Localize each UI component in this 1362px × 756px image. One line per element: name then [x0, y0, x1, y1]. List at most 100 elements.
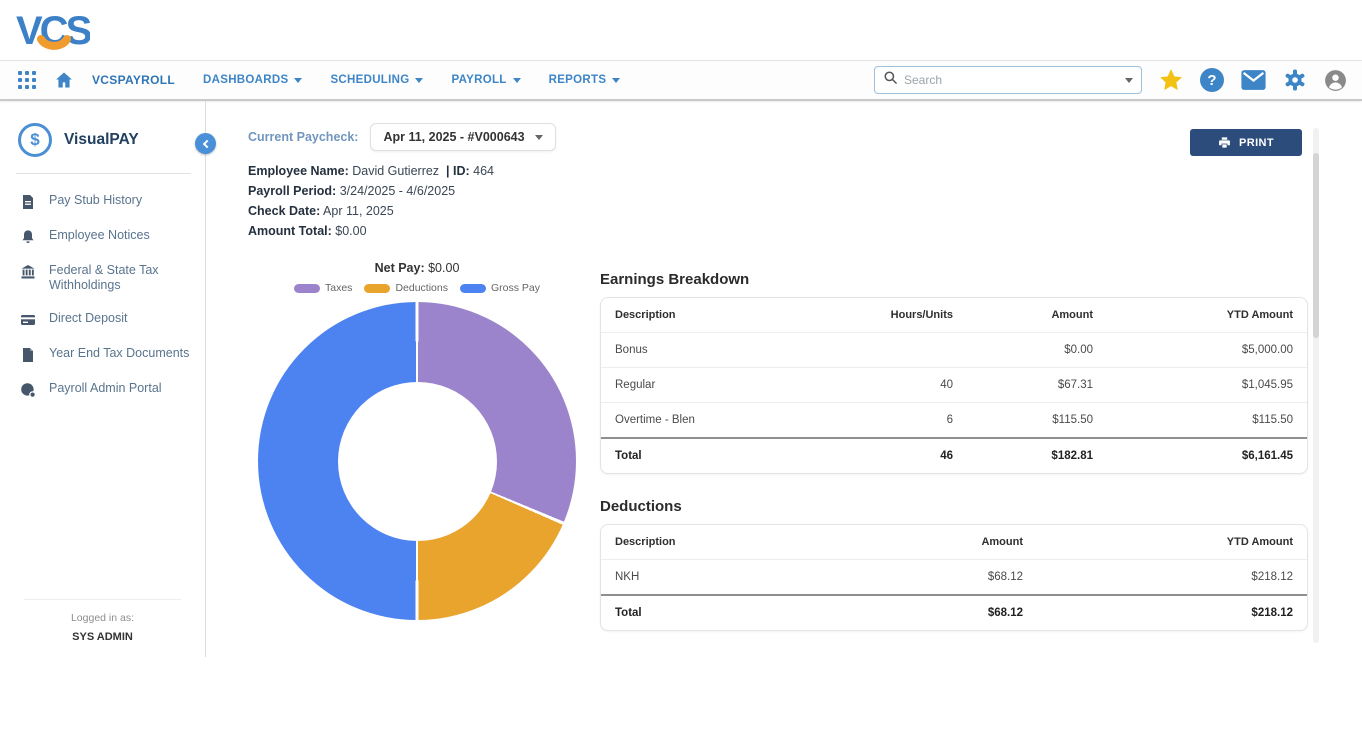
- brand-vcspayroll[interactable]: VCSPAYROLL: [92, 73, 175, 87]
- card-icon: [20, 312, 36, 328]
- legend-label: Deductions: [395, 282, 448, 294]
- search-dropdown-caret-icon[interactable]: [1125, 78, 1133, 83]
- amount-total-value: $0.00: [335, 224, 366, 238]
- table-cell: NKH: [601, 560, 837, 596]
- sidebar-divider: [16, 173, 191, 174]
- sidebar-item-pay-stub-history[interactable]: Pay Stub History: [16, 184, 205, 219]
- table-cell: Total: [601, 595, 837, 630]
- deductions-table: DescriptionAmountYTD AmountNKH$68.12$218…: [601, 525, 1307, 630]
- paycheck-info: Current Paycheck: Apr 11, 2025 - #V00064…: [248, 123, 556, 241]
- account-avatar-icon[interactable]: [1323, 68, 1348, 93]
- column-header: Description: [601, 298, 747, 333]
- table-cell: $68.12: [837, 595, 1037, 630]
- legend-item-deductions[interactable]: Deductions: [364, 282, 448, 294]
- search-input[interactable]: [904, 73, 1119, 87]
- legend-label: Gross Pay: [491, 282, 540, 294]
- vcs-logo: VCS: [16, 6, 90, 54]
- nav-item-payroll[interactable]: PAYROLL: [451, 74, 520, 86]
- employee-name-label: Employee Name:: [248, 164, 349, 178]
- table-cell: $218.12: [1037, 560, 1307, 596]
- check-date-line: Check Date: Apr 11, 2025: [248, 201, 556, 221]
- legend-item-taxes[interactable]: Taxes: [294, 282, 352, 294]
- sidebar-item-label: Pay Stub History: [49, 193, 142, 208]
- printer-icon: [1218, 136, 1231, 149]
- legend-item-gross-pay[interactable]: Gross Pay: [460, 282, 540, 294]
- bank-icon: [20, 264, 36, 280]
- payroll-period-label: Payroll Period:: [248, 184, 336, 198]
- table-cell: Total: [601, 438, 747, 473]
- sidebar-item-federal-state-tax-withholdings[interactable]: Federal & State Tax Withholdings: [16, 254, 205, 302]
- table-row: Bonus$0.00$5,000.00: [601, 333, 1307, 368]
- table-cell: $68.12: [837, 560, 1037, 596]
- deductions-card: DescriptionAmountYTD AmountNKH$68.12$218…: [600, 524, 1308, 631]
- legend-swatch: [460, 284, 486, 293]
- sidebar-item-payroll-admin-portal[interactable]: Payroll Admin Portal: [16, 372, 205, 407]
- dollar-circle-icon: $: [18, 123, 52, 157]
- sidebar-item-label: Employee Notices: [49, 228, 150, 243]
- legend-label: Taxes: [325, 282, 352, 294]
- earnings-card: DescriptionHours/UnitsAmountYTD AmountBo…: [600, 297, 1308, 474]
- table-header-row: DescriptionAmountYTD Amount: [601, 525, 1307, 560]
- table-cell: $182.81: [967, 438, 1107, 473]
- paystub-document-icon: [20, 194, 36, 210]
- amount-total-line: Amount Total: $0.00: [248, 221, 556, 241]
- donut-chart[interactable]: [258, 302, 576, 620]
- scrollbar-thumb[interactable]: [1313, 153, 1319, 338]
- table-total-row: Total$68.12$218.12: [601, 595, 1307, 630]
- scrollbar-track[interactable]: [1313, 128, 1319, 643]
- star-favorites-icon[interactable]: [1158, 67, 1184, 93]
- employee-name-line: Employee Name: David Gutierrez | ID: 464: [248, 161, 556, 181]
- page-title: VisualPAY: [64, 131, 139, 149]
- amount-total-label: Amount Total:: [248, 224, 332, 238]
- payroll-period-line: Payroll Period: 3/24/2025 - 4/6/2025: [248, 181, 556, 201]
- sidebar-item-direct-deposit[interactable]: Direct Deposit: [16, 302, 205, 337]
- app-grid-icon[interactable]: [18, 71, 36, 89]
- deductions-section: Deductions DescriptionAmountYTD AmountNK…: [600, 498, 1308, 631]
- nav-item-label: REPORTS: [549, 74, 607, 86]
- sidebar-footer: Logged in as: SYS ADMIN: [0, 599, 205, 643]
- logo-row: VCS: [0, 0, 1362, 61]
- net-pay-chart: Net Pay: $0.00 Taxes Deductions Gross Pay: [252, 261, 582, 620]
- legend-swatch: [364, 284, 390, 293]
- sidebar-item-label: Payroll Admin Portal: [49, 381, 162, 396]
- table-cell: Regular: [601, 368, 747, 403]
- employee-id-value: 464: [473, 164, 494, 178]
- nav-item-reports[interactable]: REPORTS: [549, 74, 621, 86]
- table-cell: Overtime - Blen: [601, 403, 747, 439]
- table-cell: $115.50: [967, 403, 1107, 439]
- id-label: ID:: [453, 164, 470, 178]
- nav-item-label: SCHEDULING: [330, 74, 409, 86]
- nav-item-scheduling[interactable]: SCHEDULING: [330, 74, 423, 86]
- net-pay-label: Net Pay:: [375, 261, 425, 275]
- mail-icon[interactable]: [1240, 69, 1267, 91]
- home-icon[interactable]: [54, 70, 74, 90]
- gear-icon[interactable]: [1283, 68, 1307, 92]
- nav-item-dashboards[interactable]: DASHBOARDS: [203, 74, 302, 86]
- sidebar-item-employee-notices[interactable]: Employee Notices: [16, 219, 205, 254]
- table-cell: 6: [747, 403, 967, 439]
- paycheck-main: Current Paycheck: Apr 11, 2025 - #V00064…: [206, 101, 1362, 657]
- earnings-table: DescriptionHours/UnitsAmountYTD AmountBo…: [601, 298, 1307, 473]
- legend-swatch: [294, 284, 320, 293]
- search-box[interactable]: [874, 66, 1142, 94]
- table-cell: $67.31: [967, 368, 1107, 403]
- help-icon[interactable]: ?: [1200, 68, 1224, 92]
- current-paycheck-label: Current Paycheck:: [248, 130, 358, 144]
- column-header: Hours/Units: [747, 298, 967, 333]
- payroll-period-value: 3/24/2025 - 4/6/2025: [340, 184, 455, 198]
- document-icon: [20, 347, 36, 363]
- sidebar-header: $ VisualPAY: [16, 123, 205, 157]
- logged-in-user: SYS ADMIN: [0, 631, 205, 643]
- sidebar-item-year-end-tax-documents[interactable]: Year End Tax Documents: [16, 337, 205, 372]
- table-cell: [747, 333, 967, 368]
- table-row: NKH$68.12$218.12: [601, 560, 1307, 596]
- paycheck-selector[interactable]: Apr 11, 2025 - #V000643: [370, 123, 555, 151]
- print-button[interactable]: PRINT: [1190, 129, 1302, 156]
- chevron-down-icon: [612, 78, 620, 83]
- net-pay-value: $0.00: [428, 261, 459, 275]
- chart-legend: Taxes Deductions Gross Pay: [252, 282, 582, 294]
- chevron-down-icon: [415, 78, 423, 83]
- column-header: Amount: [967, 298, 1107, 333]
- footer-divider: [24, 599, 181, 600]
- chevron-down-icon: [513, 78, 521, 83]
